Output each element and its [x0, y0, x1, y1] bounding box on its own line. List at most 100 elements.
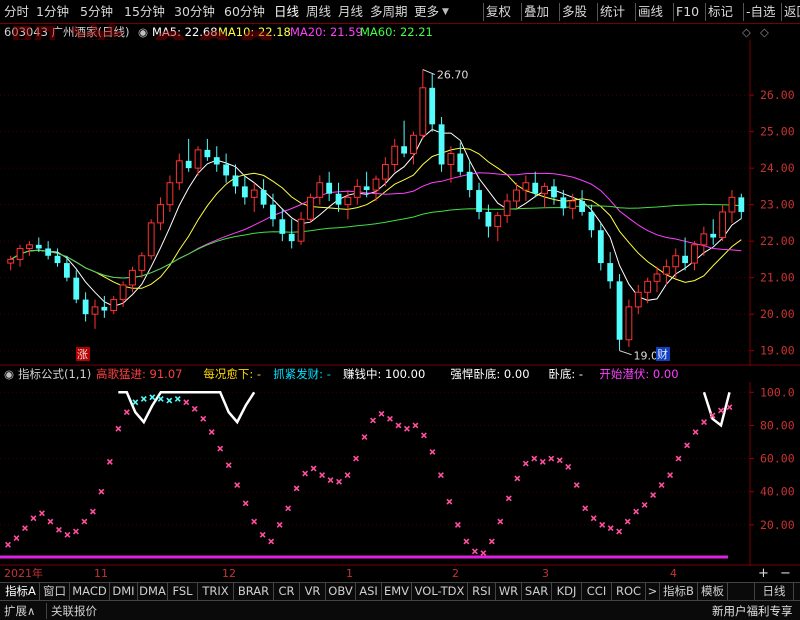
ma60-value: MA60: 22.21: [360, 25, 433, 39]
toolbar-item-9[interactable]: 多周期: [370, 3, 408, 21]
indicator-part-1: 每况愈下: -: [203, 367, 262, 381]
candle-body: [166, 182, 174, 206]
zoom-out-icon[interactable]: −: [780, 567, 791, 581]
toolbar-item-5[interactable]: 60分钟: [224, 3, 265, 21]
indicator-tick-label: 80.00: [760, 418, 795, 432]
toolbar-item-1[interactable]: 1分钟: [36, 3, 69, 21]
tab-6[interactable]: TRIX: [198, 583, 234, 600]
tab-17[interactable]: KDJ: [552, 583, 582, 600]
indicator-part-3: 赚钱中: 100.00: [343, 367, 426, 381]
toolbar-item-8[interactable]: 月线: [338, 3, 363, 21]
indicator-chart[interactable]: 100.0 80.00 60.00 40.00 20.00: [0, 382, 800, 566]
tab-0[interactable]: 指标A: [2, 583, 40, 600]
tab-5[interactable]: FSL: [168, 583, 198, 600]
price-tick-label: 21.00: [760, 271, 795, 285]
tab-7[interactable]: BRAR: [234, 583, 274, 600]
price-tick-label: 22.00: [760, 234, 795, 248]
tab-21[interactable]: 指标B: [660, 583, 698, 600]
stock-code-name: 603043 广州酒家(日线): [4, 25, 130, 39]
high-marker-label: 26.70: [437, 69, 469, 82]
tab-8[interactable]: CR: [274, 583, 300, 600]
toolbar-separator: [673, 3, 674, 21]
candle-body: [551, 186, 557, 198]
tab-14[interactable]: RSI: [468, 583, 496, 600]
tab-19[interactable]: ROC: [612, 583, 646, 600]
toolbar-right-4[interactable]: 画线: [638, 3, 663, 21]
indicator-part-0: 高歌猛进: 91.07: [96, 367, 183, 381]
tab-11[interactable]: ASI: [356, 583, 382, 600]
ma10-value: MA10: 22.18: [218, 25, 291, 39]
toolbar-right-1[interactable]: 叠加: [524, 3, 549, 21]
toolbar-item-10[interactable]: 更多: [414, 3, 439, 21]
candle-body: [307, 196, 314, 220]
candle-body: [710, 233, 717, 238]
tab-3[interactable]: DMI: [110, 583, 138, 600]
candle-body: [625, 306, 633, 341]
diamond-icon[interactable]: ◇: [742, 24, 751, 40]
zoom-in-icon[interactable]: +: [758, 567, 769, 581]
tab-2[interactable]: MACD: [70, 583, 110, 600]
candle-body: [634, 291, 642, 308]
tab-4[interactable]: DMA: [138, 583, 168, 600]
candle-body: [391, 145, 399, 165]
candle-body: [110, 299, 118, 312]
candle-body: [691, 244, 698, 264]
toolbar-separator: [483, 3, 484, 21]
candle-body: [513, 189, 520, 202]
toolbar-right-5[interactable]: F10: [676, 3, 699, 21]
toolbar-right-8[interactable]: 返回: [784, 3, 800, 21]
tab-12[interactable]: EMV: [382, 583, 412, 600]
toolbar-item-0[interactable]: 分时: [4, 3, 29, 21]
candle-body: [82, 299, 89, 315]
tab-16[interactable]: SAR: [522, 583, 552, 600]
indicator-tick-label: 100.0: [760, 385, 795, 399]
candle-body: [381, 163, 389, 180]
tab-10[interactable]: OBV: [326, 583, 356, 600]
toolbar-item-6[interactable]: 日线: [274, 3, 299, 21]
candle-body: [157, 204, 164, 224]
candle-body: [175, 160, 183, 184]
toolbar-right-6[interactable]: 标记: [708, 3, 733, 21]
tab-18[interactable]: CCI: [582, 583, 612, 600]
toolbar-separator: [781, 3, 782, 21]
candle-body: [138, 255, 146, 271]
time-axis: 2021年 11 12 1 2 3 4 + −: [0, 567, 800, 581]
candle-body: [644, 280, 652, 293]
toolbar-right-7[interactable]: -自选: [746, 3, 776, 21]
toolbar-item-2[interactable]: 5分钟: [80, 3, 113, 21]
new-user-benefit-link[interactable]: 新用户福利专享: [712, 603, 793, 619]
related-quote-button[interactable]: 关联报价: [46, 603, 97, 619]
candle-body: [316, 182, 324, 198]
candle-body: [297, 218, 305, 242]
tab-23[interactable]: 日线: [754, 583, 794, 600]
indicator-toggle-icon[interactable]: ◉: [4, 366, 14, 382]
price-chart[interactable]: 26.00 25.00 24.00 23.00 22.00 21.00 20.00 19.00…: [0, 40, 800, 366]
candle-body: [35, 244, 42, 249]
expand-button[interactable]: 扩展∧: [4, 603, 35, 619]
toolbar-item-7[interactable]: 周线: [306, 3, 331, 21]
tab-15[interactable]: WR: [496, 583, 522, 600]
candle-body: [194, 149, 202, 169]
toolbar-item-3[interactable]: 15分钟: [124, 3, 165, 21]
candle-body: [16, 247, 24, 260]
candle-body: [223, 164, 230, 176]
tab-1[interactable]: 窗口: [40, 583, 70, 600]
indicator-tick-label: 60.00: [760, 452, 795, 466]
tab-20[interactable]: >: [646, 583, 660, 600]
tab-22[interactable]: 模板: [698, 583, 728, 600]
candle-body: [485, 211, 492, 227]
candle-body: [241, 186, 248, 198]
expand-icon[interactable]: ◇: [760, 24, 769, 40]
toolbar-item-4[interactable]: 30分钟: [174, 3, 215, 21]
candle-body: [569, 200, 577, 209]
price-tick-label: 25.00: [760, 125, 795, 139]
candle-body: [532, 182, 539, 194]
more-dropdown-icon[interactable]: ▼: [442, 3, 449, 21]
toolbar-right-0[interactable]: 复权: [486, 3, 511, 21]
toolbar-right-2[interactable]: 多股: [562, 3, 587, 21]
ma-toggle-icon[interactable]: ◉: [138, 24, 148, 40]
tab-13[interactable]: VOL-TDX: [412, 583, 468, 600]
tab-9[interactable]: VR: [300, 583, 326, 600]
candle-body: [476, 190, 482, 212]
toolbar-right-3[interactable]: 统计: [600, 3, 625, 21]
